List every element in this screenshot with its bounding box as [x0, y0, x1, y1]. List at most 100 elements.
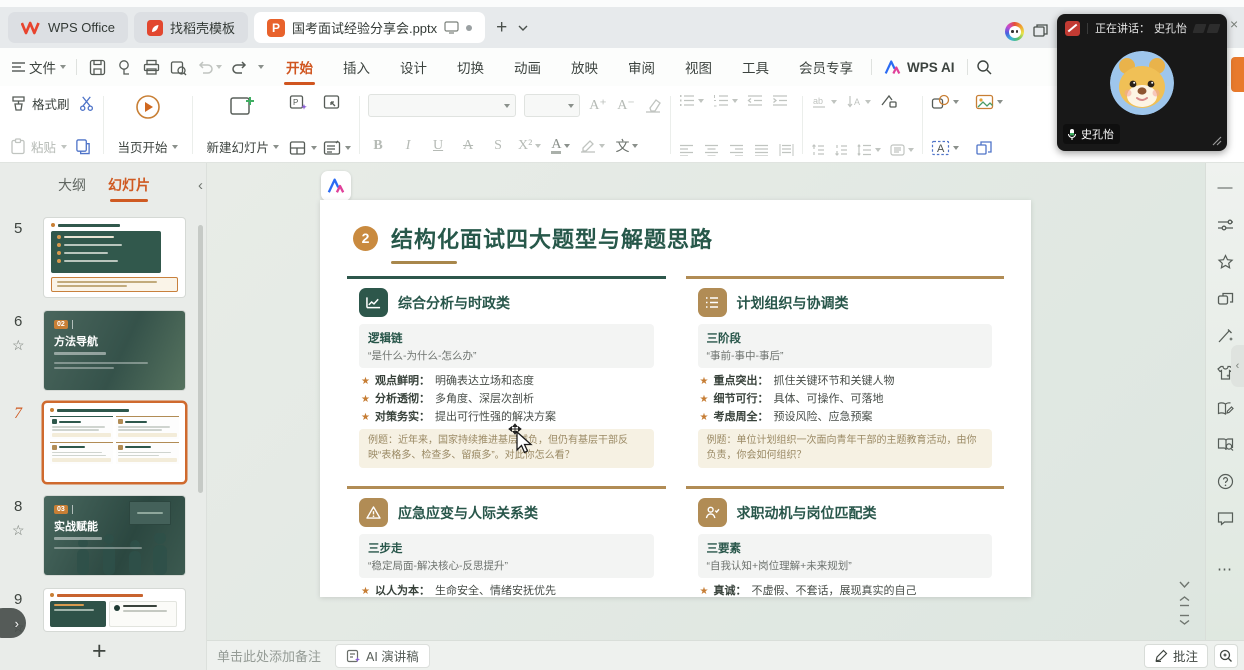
export-icon[interactable]: [116, 59, 133, 76]
new-slide-button[interactable]: 新建幻灯片: [201, 94, 286, 156]
new-tab-button[interactable]: +: [491, 17, 512, 39]
decrease-indent-button[interactable]: [747, 94, 763, 107]
save-icon[interactable]: [89, 59, 106, 76]
search-icon[interactable]: [976, 59, 992, 75]
text-direction-button[interactable]: A: [846, 95, 871, 109]
bullet-list-button[interactable]: [679, 94, 704, 107]
align-center-button[interactable]: [704, 144, 719, 156]
format-painter-button[interactable]: 格式刷: [10, 94, 70, 113]
transition-pane-icon[interactable]: [1217, 292, 1234, 307]
font-size-select[interactable]: [524, 94, 580, 117]
slide-canvas[interactable]: 2 结构化面试四大题型与解题思路 综合分析与时政类 逻辑链 “是什么-为什么-怎…: [207, 163, 1205, 640]
italic-button[interactable]: I: [398, 138, 418, 154]
share-screen-icon[interactable]: [444, 21, 459, 34]
play-from-current-button[interactable]: 当页开始: [112, 94, 184, 156]
overlay-close-icon[interactable]: ×: [1230, 16, 1238, 32]
menu-tools[interactable]: 工具: [740, 51, 771, 83]
tab-outline[interactable]: 大纲: [58, 175, 86, 195]
design-tools-icon[interactable]: [1217, 328, 1234, 344]
slide-thumbnail-8[interactable]: 8 ☆ 03 实战赋能: [0, 496, 207, 576]
character-spacing-button[interactable]: ab: [811, 95, 837, 108]
strikethrough-button[interactable]: A: [458, 138, 478, 154]
raise-paragraph-button[interactable]: [811, 144, 825, 156]
ai-script-button[interactable]: AI 演讲稿: [335, 644, 430, 668]
menu-slideshow[interactable]: 放映: [569, 51, 600, 83]
ai-slide-button[interactable]: P: [289, 94, 317, 111]
menu-design[interactable]: 设计: [398, 51, 429, 83]
numbered-list-button[interactable]: [713, 94, 738, 107]
shadow-button[interactable]: S: [488, 138, 508, 154]
bold-button[interactable]: B: [368, 138, 388, 154]
distribute-text-button[interactable]: [779, 144, 794, 156]
undo-icon[interactable]: [197, 60, 213, 75]
slide-thumbnail-7-selected[interactable]: 7: [0, 403, 207, 483]
tab-docer-templates[interactable]: 找稻壳模板: [134, 12, 248, 43]
font-family-select[interactable]: [368, 94, 516, 117]
collapse-pane-icon[interactable]: —: [1218, 179, 1233, 196]
print-icon[interactable]: [143, 59, 160, 76]
font-color-button[interactable]: A: [551, 138, 570, 154]
superscript-button[interactable]: X²: [518, 138, 541, 154]
notes-pen-icon[interactable]: [1217, 401, 1234, 416]
add-slide-button[interactable]: +: [92, 637, 107, 666]
increase-indent-button[interactable]: [772, 94, 788, 107]
convert-smartart-icon[interactable]: [880, 94, 898, 109]
undo-options-chevron-icon[interactable]: [216, 65, 222, 69]
more-tools-icon[interactable]: ⋯: [1217, 561, 1233, 578]
slide-thumbnail-6[interactable]: 6 ☆ 02 方法导航: [0, 311, 207, 391]
outline-options-button[interactable]: [323, 140, 351, 156]
wps-ai-float-button[interactable]: [321, 171, 351, 201]
grow-font-button[interactable]: A⁺: [588, 97, 608, 114]
resize-handle-icon[interactable]: [1210, 134, 1222, 146]
menu-review[interactable]: 审阅: [626, 51, 657, 83]
redo-icon[interactable]: [232, 60, 248, 75]
align-left-button[interactable]: [679, 144, 694, 156]
card-job-motivation-match[interactable]: 求职动机与岗位匹配类 三要素 “自我认知+岗位理解+未来规划” ★真诚：不虚假、…: [686, 486, 1005, 597]
reuse-slide-button[interactable]: [323, 94, 351, 110]
phonetic-guide-button[interactable]: 文: [615, 136, 638, 156]
insert-image-button[interactable]: [975, 94, 1003, 110]
menu-view[interactable]: 视图: [683, 51, 714, 83]
redo-options-chevron-icon[interactable]: [258, 65, 264, 69]
docked-panel-peek-button[interactable]: [1231, 57, 1244, 92]
zoom-tool-button[interactable]: [1214, 644, 1238, 668]
wps-ai-button[interactable]: WPS AI: [884, 60, 955, 75]
video-call-overlay[interactable]: 正在讲话：史孔怡 史孔怡: [1057, 14, 1227, 151]
sidebar-expand-handle[interactable]: ‹: [1231, 345, 1244, 387]
text-box-button[interactable]: A: [931, 140, 959, 156]
paste-button[interactable]: 粘贴: [10, 137, 67, 156]
tab-wps-office[interactable]: WPS Office: [8, 12, 128, 43]
menu-home[interactable]: 开始: [284, 51, 315, 83]
underline-button[interactable]: U: [428, 138, 448, 154]
reading-search-icon[interactable]: [1217, 437, 1234, 452]
lower-paragraph-button[interactable]: [834, 144, 848, 156]
clear-format-icon[interactable]: [644, 98, 662, 113]
slide-thumbnail-9[interactable]: 9 ☆: [0, 589, 207, 635]
tab-slides[interactable]: 幻灯片: [108, 175, 150, 195]
insert-shape-button[interactable]: [931, 94, 959, 110]
assistant-avatar-icon[interactable]: [1005, 22, 1024, 41]
menu-transition[interactable]: 切换: [455, 51, 486, 83]
restore-window-icon[interactable]: [1033, 24, 1048, 37]
slide-thumbnail-5[interactable]: 5: [0, 218, 207, 298]
object-properties-icon[interactable]: [1217, 217, 1234, 233]
card-emergency-interpersonal[interactable]: 应急应变与人际关系类 三步走 “稳定局面-解决核心-反思提升” ★以人为本：生命…: [347, 486, 666, 597]
justify-button[interactable]: [754, 144, 769, 156]
file-menu-button[interactable]: 文件: [12, 57, 68, 77]
copy-icon[interactable]: [75, 138, 91, 155]
arrange-icon[interactable]: [975, 140, 993, 156]
align-right-button[interactable]: [729, 144, 744, 156]
next-slide-button[interactable]: [1179, 614, 1190, 625]
menu-animation[interactable]: 动画: [512, 51, 543, 83]
tab-list-chevron-icon[interactable]: [518, 25, 528, 31]
cut-icon[interactable]: [78, 95, 95, 112]
shrink-font-button[interactable]: A⁻: [616, 97, 636, 114]
comment-button[interactable]: 批注: [1144, 644, 1208, 668]
menu-membership[interactable]: 会员专享: [797, 51, 855, 83]
effects-star-icon[interactable]: [1217, 254, 1234, 271]
menu-insert[interactable]: 插入: [341, 51, 372, 83]
slide-editing-area[interactable]: 2 结构化面试四大题型与解题思路 综合分析与时政类 逻辑链 “是什么-为什么-怎…: [320, 200, 1031, 597]
slide-layout-button[interactable]: [289, 140, 317, 156]
paragraph-layout-button[interactable]: [890, 144, 914, 156]
tab-presentation-file[interactable]: P 国考面试经验分享会.pptx: [254, 12, 485, 43]
